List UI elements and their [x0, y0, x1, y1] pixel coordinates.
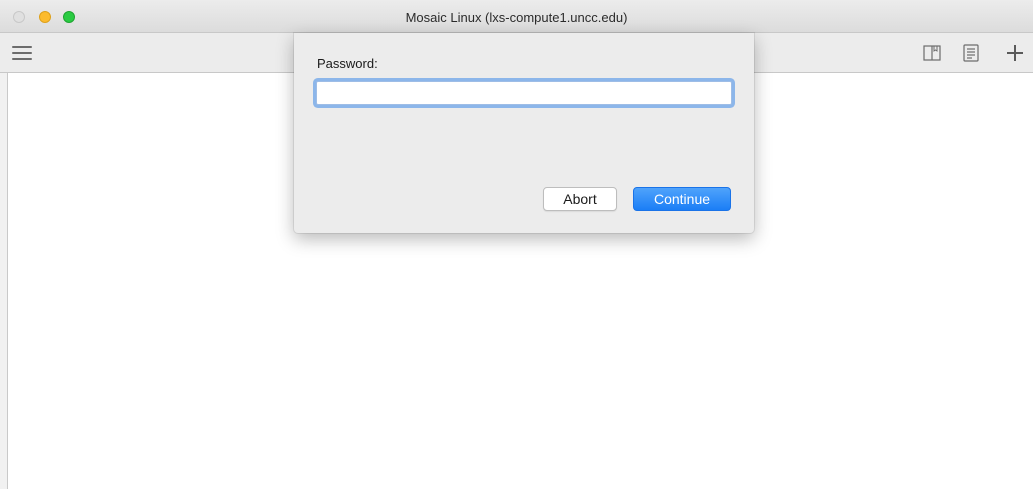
menu-icon[interactable]: [12, 45, 32, 61]
password-label: Password:: [317, 56, 378, 71]
bookmark-icon[interactable]: [921, 42, 943, 64]
app-window: Mosaic Linux (lxs-compute1.uncc.edu) Pas…: [0, 0, 1033, 489]
password-dialog: Password: Abort Continue: [294, 33, 754, 233]
notes-icon[interactable]: [960, 42, 982, 64]
password-input[interactable]: [316, 81, 732, 105]
left-edge-panel: [0, 73, 8, 489]
window-title: Mosaic Linux (lxs-compute1.uncc.edu): [405, 10, 628, 25]
continue-button[interactable]: Continue: [633, 187, 731, 211]
abort-button[interactable]: Abort: [543, 187, 617, 211]
plus-icon[interactable]: [1004, 42, 1026, 64]
title-bar[interactable]: Mosaic Linux (lxs-compute1.uncc.edu): [0, 0, 1033, 33]
